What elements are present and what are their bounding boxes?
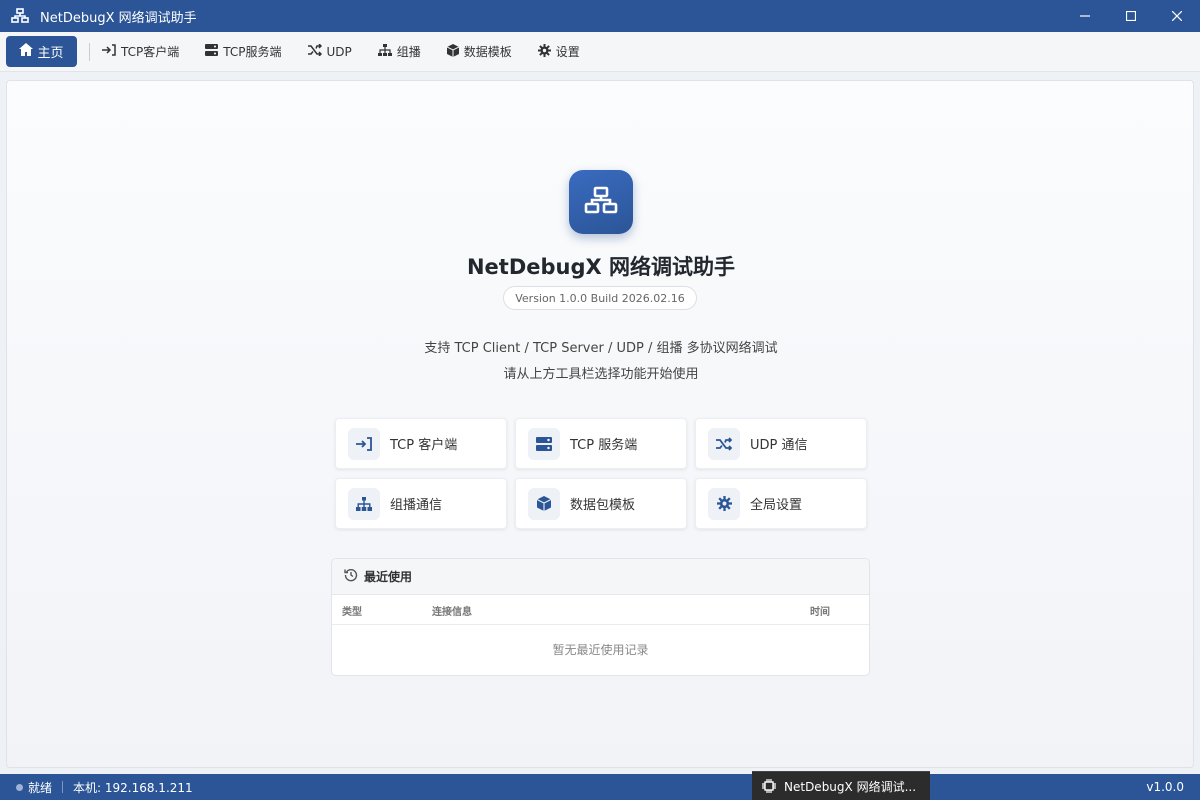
toolbar-tcp-client-label: TCP客户端 bbox=[121, 45, 180, 59]
recent-title: 最近使用 bbox=[364, 570, 413, 584]
toolbar-divider bbox=[89, 42, 90, 61]
sitemap-icon bbox=[377, 44, 392, 59]
toolbar-templates[interactable]: 数据模板 bbox=[446, 43, 512, 60]
home-panel: NetDebugX 网络调试助手 Version 1.0.0 Build 202… bbox=[6, 80, 1194, 768]
app-name: NetDebugX 网络调试助手 bbox=[466, 255, 736, 279]
chip-icon bbox=[761, 778, 777, 794]
toolbar-udp-label: UDP bbox=[326, 44, 352, 59]
local-ip: 本机: 192.168.1.211 bbox=[73, 780, 193, 795]
status-divider bbox=[62, 781, 64, 793]
toolbar-udp[interactable]: UDP bbox=[307, 43, 352, 59]
toolbar-multicast-label: 组播 bbox=[396, 45, 421, 59]
server-icon bbox=[205, 44, 219, 59]
toolbar-tcp-server[interactable]: TCP服务端 bbox=[205, 43, 282, 60]
toolbar-templates-label: 数据模板 bbox=[463, 45, 512, 59]
minimize-icon[interactable] bbox=[1062, 0, 1108, 32]
version-badge: Version 1.0.0 Build 2026.02.16 bbox=[503, 286, 697, 310]
taskbar-popup-label: NetDebugX 网络调试... bbox=[784, 779, 917, 794]
card-udp[interactable]: UDP 通信 bbox=[695, 418, 867, 469]
sign-in-icon bbox=[102, 44, 116, 59]
network-icon bbox=[10, 6, 30, 26]
history-icon bbox=[344, 568, 358, 585]
gear-icon bbox=[708, 487, 740, 520]
cube-icon bbox=[446, 43, 460, 60]
app-logo bbox=[569, 170, 633, 234]
window-title: NetDebugX 网络调试助手 bbox=[40, 10, 197, 26]
shuffle-icon bbox=[708, 427, 740, 460]
recent-header: 最近使用 bbox=[332, 559, 869, 595]
description-line-1: 支持 TCP Client / TCP Server / UDP / 组播 多协… bbox=[424, 341, 778, 356]
card-label: UDP 通信 bbox=[750, 438, 808, 453]
maximize-icon[interactable] bbox=[1108, 0, 1154, 32]
toolbar: 主页 TCP客户端 TCP服务端 UDP 组播 数据模板 设置 bbox=[0, 32, 1200, 72]
close-icon[interactable] bbox=[1154, 0, 1200, 32]
card-tcp-client[interactable]: TCP 客户端 bbox=[335, 418, 507, 469]
home-icon bbox=[19, 43, 34, 60]
home-label: 主页 bbox=[37, 46, 64, 61]
home-button[interactable]: 主页 bbox=[6, 36, 77, 67]
title-bar: NetDebugX 网络调试助手 bbox=[0, 0, 1200, 32]
card-label: TCP 客户端 bbox=[390, 438, 458, 453]
card-label: 全局设置 bbox=[750, 498, 803, 513]
recent-panel: 最近使用 类型 连接信息 时间 暂无最近使用记录 bbox=[331, 558, 870, 676]
recent-empty-text: 暂无最近使用记录 bbox=[552, 643, 649, 657]
gear-icon bbox=[537, 43, 551, 60]
network-icon bbox=[584, 186, 618, 218]
app-version: v1.0.0 bbox=[1146, 780, 1184, 794]
card-templates[interactable]: 数据包模板 bbox=[515, 478, 687, 529]
card-label: 组播通信 bbox=[390, 498, 443, 513]
toolbar-multicast[interactable]: 组播 bbox=[377, 43, 421, 60]
column-info: 连接信息 bbox=[432, 607, 472, 618]
card-label: TCP 服务端 bbox=[570, 438, 638, 453]
card-multicast[interactable]: 组播通信 bbox=[335, 478, 507, 529]
column-time: 时间 bbox=[810, 607, 830, 618]
card-label: 数据包模板 bbox=[570, 498, 636, 513]
toolbar-settings-label: 设置 bbox=[555, 45, 580, 59]
status-bar: 就绪 本机: 192.168.1.211 v1.0.0 bbox=[0, 774, 1200, 800]
toolbar-settings[interactable]: 设置 bbox=[537, 43, 580, 60]
recent-columns: 类型 连接信息 时间 bbox=[332, 595, 869, 625]
card-settings[interactable]: 全局设置 bbox=[695, 478, 867, 529]
status-text: 就绪 bbox=[28, 780, 53, 795]
cube-icon bbox=[528, 487, 560, 520]
column-type: 类型 bbox=[342, 607, 362, 618]
shuffle-icon bbox=[307, 43, 322, 59]
taskbar-popup[interactable]: NetDebugX 网络调试... bbox=[752, 771, 930, 800]
sign-in-icon bbox=[348, 427, 380, 460]
status-indicator bbox=[16, 783, 23, 791]
server-icon bbox=[528, 427, 560, 460]
toolbar-tcp-server-label: TCP服务端 bbox=[223, 45, 282, 59]
sitemap-icon bbox=[348, 487, 380, 520]
toolbar-tcp-client[interactable]: TCP客户端 bbox=[102, 43, 179, 60]
card-tcp-server[interactable]: TCP 服务端 bbox=[515, 418, 687, 469]
description-line-2: 请从上方工具栏选择功能开始使用 bbox=[503, 367, 699, 382]
